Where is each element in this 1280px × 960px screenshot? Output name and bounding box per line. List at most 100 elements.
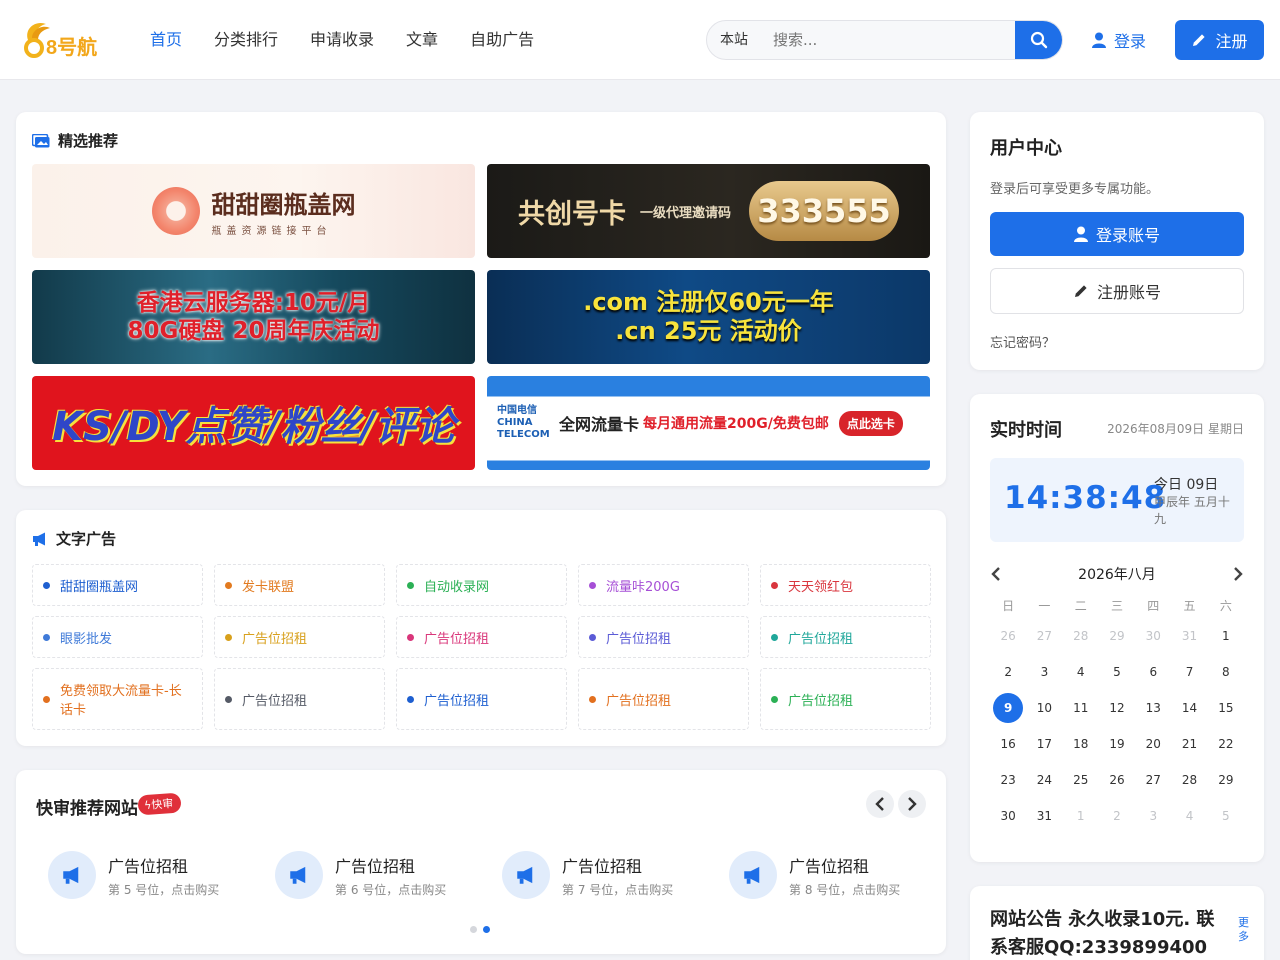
calendar-day[interactable]: 7 — [1171, 654, 1207, 690]
calendar-day[interactable]: 6 — [1135, 654, 1171, 690]
text-ad-item[interactable]: 眼影批发 — [32, 616, 203, 658]
calendar-day-today[interactable]: 9 — [990, 690, 1026, 726]
calendar-day[interactable]: 3 — [1026, 654, 1062, 690]
calendar-day[interactable]: 31 — [1026, 798, 1062, 834]
calendar-day[interactable]: 26 — [1099, 762, 1135, 798]
calendar-day[interactable]: 14 — [1171, 690, 1207, 726]
nav-self-ads[interactable]: 自助广告 — [454, 0, 550, 80]
calendar-day[interactable]: 30 — [1135, 618, 1171, 654]
text-ad-item[interactable]: 流量咔200G — [578, 564, 749, 606]
banner-gongchuang[interactable]: 共创号卡 一级代理邀请码 333555 — [487, 164, 930, 258]
calendar-day[interactable]: 28 — [1063, 618, 1099, 654]
calendar-day[interactable]: 12 — [1099, 690, 1135, 726]
calendar-day[interactable]: 5 — [1208, 798, 1244, 834]
banner-domain[interactable]: .com 注册仅60元一年 .cn 25元 活动价 — [487, 270, 930, 364]
forgot-password-link[interactable]: 忘记密码？ — [990, 332, 1055, 351]
search-button[interactable] — [1015, 21, 1062, 59]
text-ad-item[interactable]: 广告位招租 — [396, 668, 567, 730]
current-date: 2026年08月09日 星期日 — [1107, 422, 1244, 436]
calendar-day[interactable]: 24 — [1026, 762, 1062, 798]
text-ad-item[interactable]: 广告位招租 — [214, 668, 385, 730]
calendar-day[interactable]: 23 — [990, 762, 1026, 798]
text-ad-item[interactable]: 免费领取大流量卡-长话卡 — [32, 668, 203, 730]
calendar-day-number: 1 — [1222, 629, 1230, 643]
calendar-day[interactable]: 20 — [1135, 726, 1171, 762]
text-ad-item[interactable]: 广告位招租 — [578, 668, 749, 730]
text-ad-label: 眼影批发 — [60, 631, 113, 647]
calendar-day[interactable]: 16 — [990, 726, 1026, 762]
chevron-left-icon[interactable] — [990, 566, 1002, 582]
select-card-button[interactable]: 点此选卡 — [838, 410, 903, 436]
quick-site-item[interactable]: 广告位招租第 7 号位，点击购买 — [502, 850, 712, 900]
calendar-day[interactable]: 25 — [1063, 762, 1099, 798]
quick-site-item[interactable]: 广告位招租第 6 号位，点击购买 — [275, 850, 485, 900]
text-ad-item[interactable]: 广告位招租 — [760, 668, 931, 730]
next-button[interactable] — [898, 790, 926, 818]
calendar-day-number: 21 — [1181, 737, 1198, 751]
calendar-day[interactable]: 2 — [1099, 798, 1135, 834]
banner-title: 甜甜圈瓶盖网 — [211, 191, 356, 219]
quick-site-name: 广告位招租 — [789, 856, 870, 876]
site-logo[interactable]: 8号航 — [20, 18, 110, 62]
login-account-button[interactable]: 登录账号 — [990, 212, 1244, 256]
carousel-dot[interactable] — [470, 926, 477, 933]
calendar-day[interactable]: 17 — [1026, 726, 1062, 762]
calendar-day[interactable]: 27 — [1026, 618, 1062, 654]
more-link[interactable]: 更多 — [1238, 916, 1252, 944]
quick-review-title: 快审推荐网站 — [36, 799, 138, 819]
calendar-day[interactable]: 2 — [990, 654, 1026, 690]
calendar-day[interactable]: 3 — [1135, 798, 1171, 834]
quick-site-item[interactable]: 广告位招租第 8 号位，点击购买 — [729, 850, 939, 900]
megaphone-icon — [275, 851, 323, 899]
calendar-day[interactable]: 28 — [1171, 762, 1207, 798]
chevron-right-icon[interactable] — [1232, 566, 1244, 582]
calendar-day[interactable]: 1 — [1208, 618, 1244, 654]
text-ad-label: 广告位招租 — [606, 631, 672, 647]
text-ad-label: 广告位招租 — [424, 631, 490, 647]
nav-apply[interactable]: 申请收录 — [294, 0, 390, 80]
search-input[interactable] — [761, 21, 1015, 59]
calendar-day[interactable]: 29 — [1208, 762, 1244, 798]
calendar-day[interactable]: 15 — [1208, 690, 1244, 726]
banner-ks-dy[interactable]: KS/DY点赞/粉丝/评论 — [32, 376, 475, 470]
calendar-day[interactable]: 30 — [990, 798, 1026, 834]
calendar-day[interactable]: 4 — [1063, 654, 1099, 690]
calendar-day[interactable]: 26 — [990, 618, 1026, 654]
banner-hk-cloud[interactable]: 香港云服务器:10元/月 80G硬盘 20周年庆活动 — [32, 270, 475, 364]
prev-button[interactable] — [866, 790, 894, 818]
banner-tiantianquan[interactable]: 甜甜圈瓶盖网 瓶盖资源链接平台 — [32, 164, 475, 258]
carousel-dot[interactable] — [483, 926, 490, 933]
calendar-day[interactable]: 22 — [1208, 726, 1244, 762]
text-ad-item[interactable]: 广告位招租 — [214, 616, 385, 658]
register-button[interactable]: 注册 — [1175, 20, 1264, 60]
text-ad-item[interactable]: 广告位招租 — [760, 616, 931, 658]
calendar-day[interactable]: 5 — [1099, 654, 1135, 690]
calendar-day[interactable]: 31 — [1171, 618, 1207, 654]
banner-telecom[interactable]: 中国电信 CHINA TELECOM 全网流量卡 每月通用流量200G/免费包邮… — [487, 376, 930, 470]
calendar-day[interactable]: 29 — [1099, 618, 1135, 654]
calendar-day[interactable]: 27 — [1135, 762, 1171, 798]
text-ad-item[interactable]: 广告位招租 — [396, 616, 567, 658]
quick-site-sub: 第 6 号位，点击购买 — [335, 882, 447, 897]
text-ad-item[interactable]: 天天领红包 — [760, 564, 931, 606]
calendar-day[interactable]: 4 — [1171, 798, 1207, 834]
login-link[interactable]: 登录 — [1092, 28, 1146, 52]
calendar-day[interactable]: 18 — [1063, 726, 1099, 762]
calendar-day[interactable]: 8 — [1208, 654, 1244, 690]
text-ad-item[interactable]: 自动收录网 — [396, 564, 567, 606]
quick-site-item[interactable]: 广告位招租第 5 号位，点击购买 — [48, 850, 258, 900]
nav-ranking[interactable]: 分类排行 — [198, 0, 294, 80]
search-scope[interactable]: 本站 — [707, 21, 761, 59]
nav-home[interactable]: 首页 — [134, 0, 198, 80]
calendar-day[interactable]: 19 — [1099, 726, 1135, 762]
nav-articles[interactable]: 文章 — [390, 0, 454, 80]
calendar-day[interactable]: 1 — [1063, 798, 1099, 834]
register-account-button[interactable]: 注册账号 — [990, 268, 1244, 314]
text-ad-item[interactable]: 广告位招租 — [578, 616, 749, 658]
calendar-day[interactable]: 11 — [1063, 690, 1099, 726]
text-ad-item[interactable]: 发卡联盟 — [214, 564, 385, 606]
text-ad-item[interactable]: 甜甜圈瓶盖网 — [32, 564, 203, 606]
calendar-day[interactable]: 21 — [1171, 726, 1207, 762]
calendar-day[interactable]: 13 — [1135, 690, 1171, 726]
calendar-day[interactable]: 10 — [1026, 690, 1062, 726]
